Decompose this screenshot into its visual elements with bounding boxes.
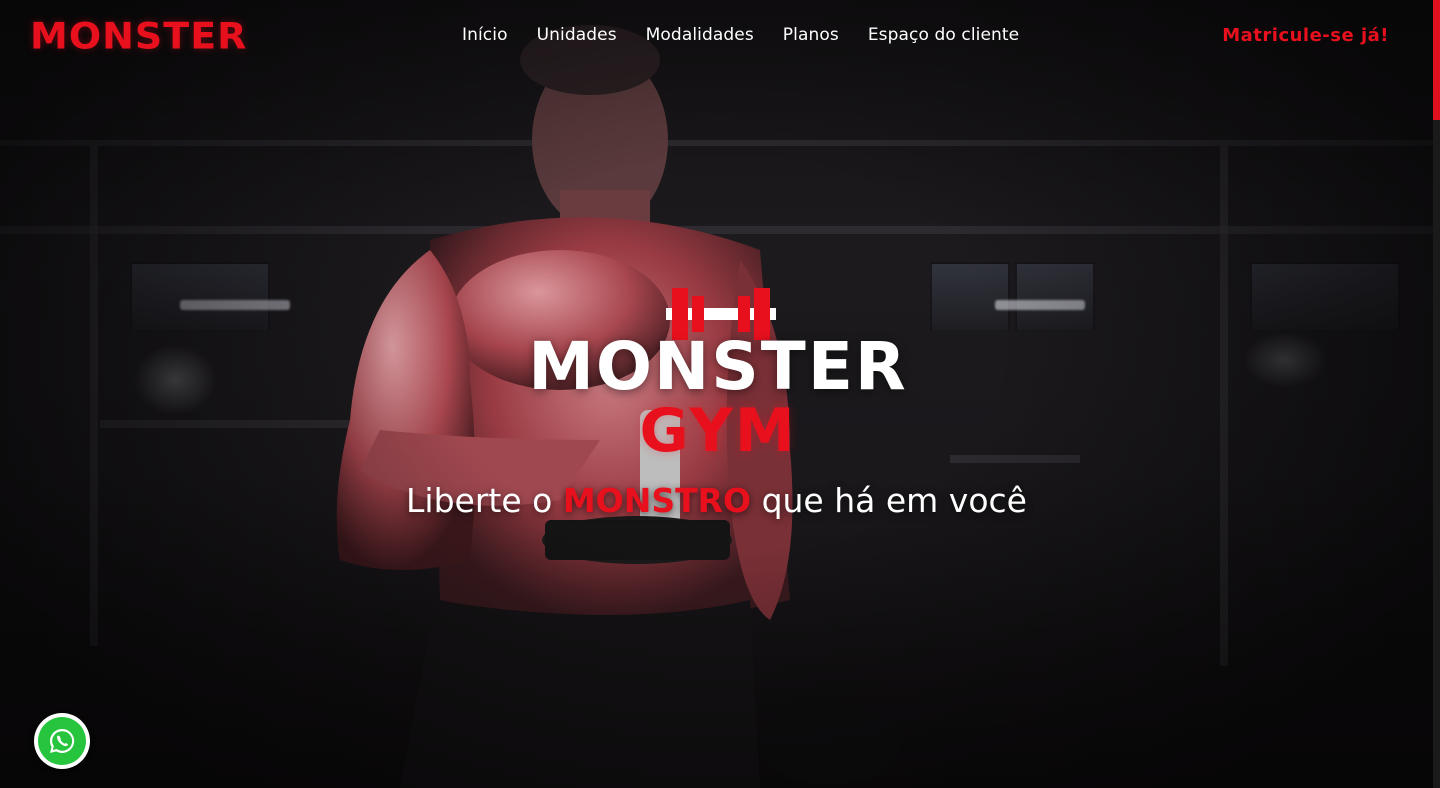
tagline-suffix: que há em você [751,481,1027,520]
main-nav: Início Unidades Modalidades Planos Espaç… [462,25,1019,45]
site-logo[interactable]: MONSTER [30,15,247,57]
nav-link-modalidades[interactable]: Modalidades [646,25,754,45]
site-header: MONSTER Início Unidades Modalidades Plan… [0,0,1433,74]
tagline-accent: MONSTRO [562,481,752,520]
hero-brand-logo: MONSTER GYM [500,280,940,466]
nav-link-inicio[interactable]: Início [462,25,508,45]
enroll-cta-link[interactable]: Matricule-se já! [1222,25,1389,46]
scrollbar-thumb[interactable] [1433,0,1440,120]
nav-link-unidades[interactable]: Unidades [537,25,617,45]
whatsapp-icon [38,717,86,765]
nav-link-planos[interactable]: Planos [783,25,839,45]
hero-brand-title: MONSTER [528,328,908,405]
nav-link-espaco-do-cliente[interactable]: Espaço do cliente [868,25,1019,45]
hero-brand-subtitle: GYM [639,396,797,466]
tagline-prefix: Liberte o [406,481,563,520]
whatsapp-button[interactable] [34,713,90,769]
hero-tagline: Liberte o MONSTRO que há em você [0,481,1433,520]
